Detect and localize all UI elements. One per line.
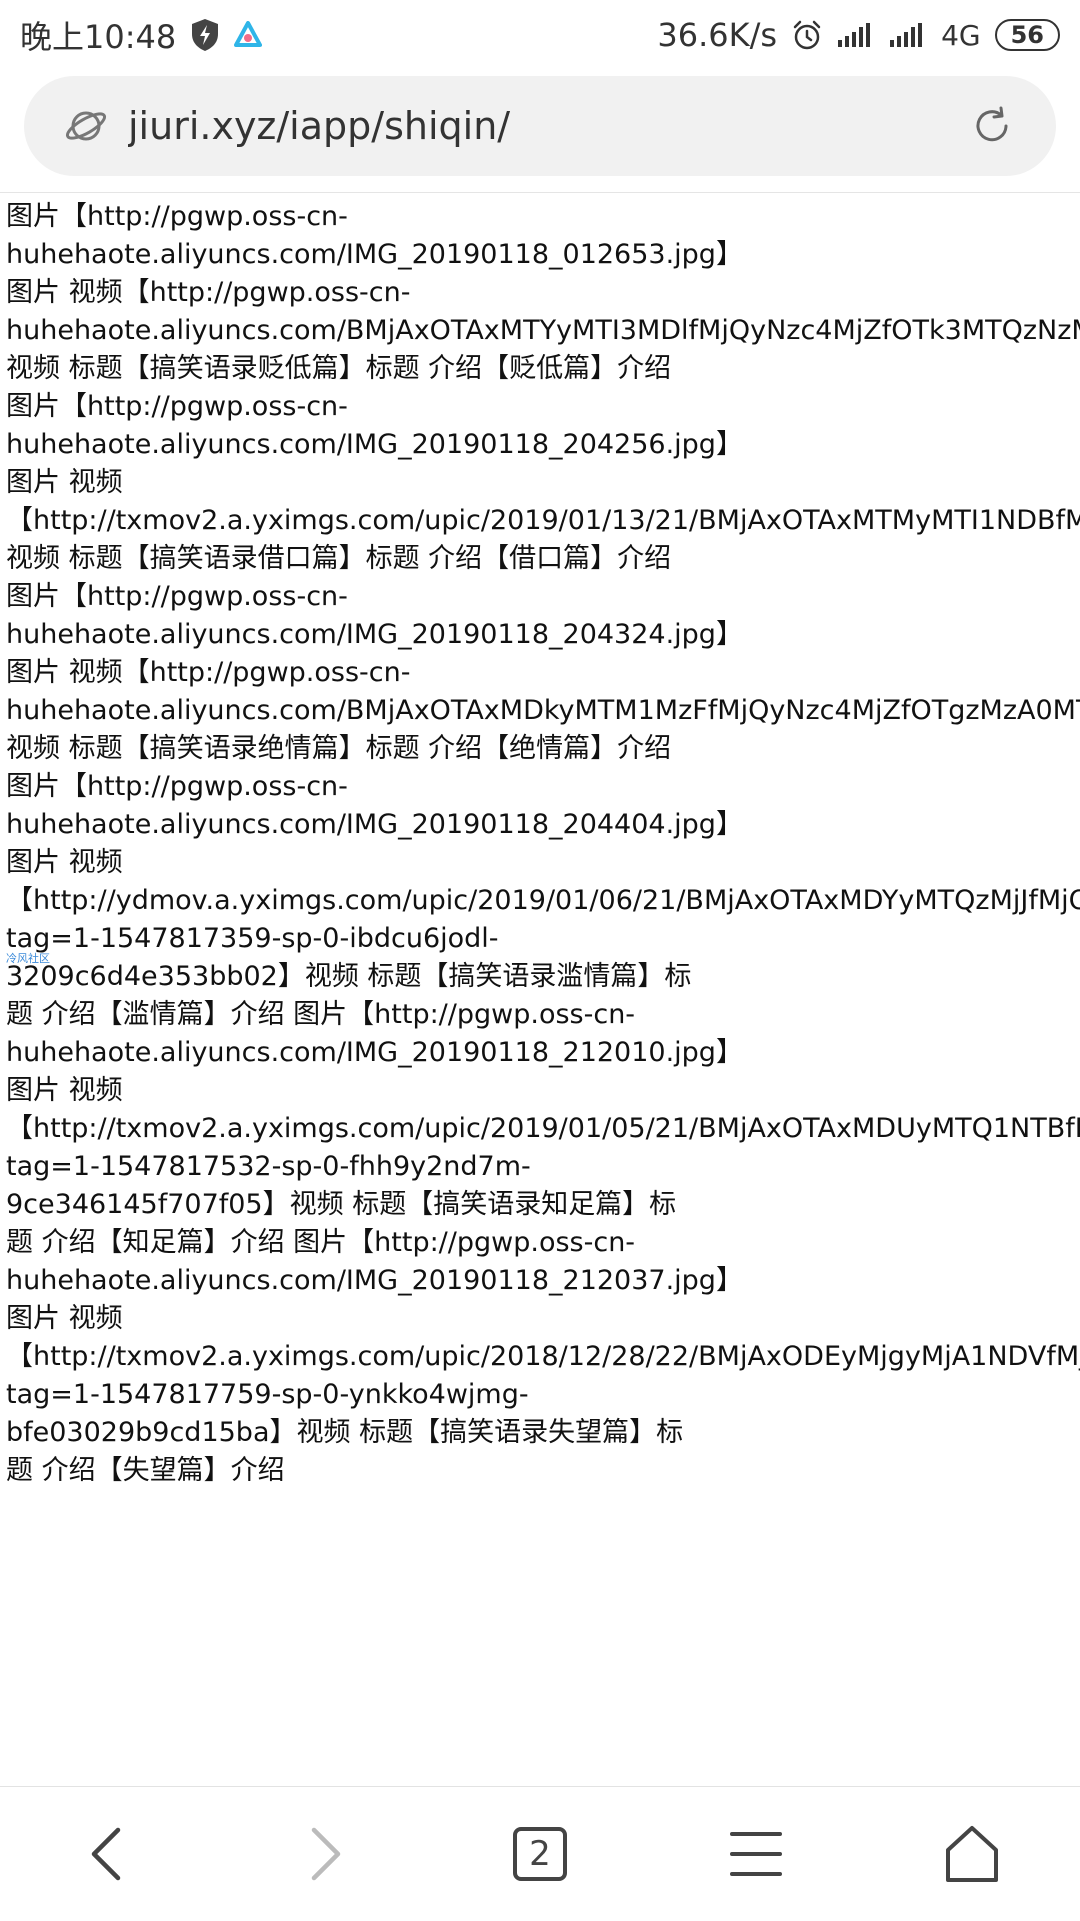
content-line: 9ce346145f707f05】视频 标题【搞笑语录知足篇】标 (6, 1189, 677, 1220)
content-line: huhehaote.aliyuncs.com/IMG_20190118_2042… (6, 429, 743, 460)
shield-icon (190, 18, 220, 52)
content-line: 图片 视频 (6, 847, 123, 878)
tab-count: 2 (529, 1834, 551, 1874)
content-line: 图片 视频 (6, 1075, 123, 1106)
status-right: 36.6K/s 4G 56 (657, 16, 1060, 54)
content-line: tag=1-1547817532-sp-0-fhh9y2nd7m- (6, 1151, 531, 1182)
content-line: 【http://txmov2.a.yximgs.com/upic/2019/01… (6, 1113, 1080, 1144)
status-bar: 晚上10:48 36.6K/s 4G 56 (0, 0, 1080, 70)
content-line: 图片 视频【http://pgwp.oss-cn- (6, 657, 411, 688)
content-line: 【http://txmov2.a.yximgs.com/upic/2019/01… (6, 505, 1080, 536)
network-type: 4G (941, 18, 981, 52)
content-line: 图片【http://pgwp.oss-cn- (6, 771, 348, 802)
planet-icon (64, 104, 108, 148)
browser-toolbar: jiuri.xyz/iapp/shiqin/ (0, 70, 1080, 193)
net-speed: 36.6K/s (657, 16, 778, 54)
address-bar[interactable]: jiuri.xyz/iapp/shiqin/ (24, 76, 1056, 176)
content-line: huhehaote.aliyuncs.com/IMG_20190118_2044… (6, 809, 743, 840)
content-line: 图片【http://pgwp.oss-cn- (6, 581, 348, 612)
chevron-left-icon (91, 1827, 121, 1881)
battery-indicator: 56 (994, 19, 1060, 51)
content-line: tag=1-1547817759-sp-0-ynkko4wjmg- (6, 1379, 529, 1410)
signal-icon (837, 22, 875, 48)
content-line: 图片 视频【http://pgwp.oss-cn- (6, 277, 411, 308)
status-left: 晚上10:48 (20, 12, 263, 58)
content-line: 图片 视频 (6, 1303, 123, 1334)
content-line: huhehaote.aliyuncs.com/IMG_20190118_0126… (6, 239, 743, 270)
content-line: huhehaote.aliyuncs.com/BMjAxOTAxMDkyMTM1… (6, 695, 1080, 726)
bottom-nav: 2 (0, 1786, 1080, 1921)
content-line: 题 介绍【滥情篇】介绍 图片【http://pgwp.oss-cn- (6, 999, 636, 1030)
home-icon (946, 1826, 998, 1882)
tabs-button[interactable]: 2 (480, 1794, 600, 1914)
content-line: huhehaote.aliyuncs.com/BMjAxOTAxMTYyMTI3… (6, 315, 1080, 346)
page-content: 图片【http://pgwp.oss-cn-huhehaote.aliyuncs… (6, 198, 1080, 1778)
content-line: 视频 标题【搞笑语录借口篇】标题 介绍【借口篇】介绍 (6, 543, 672, 574)
back-button[interactable] (48, 1794, 168, 1914)
forward-button[interactable] (264, 1794, 384, 1914)
content-lines: 图片【http://pgwp.oss-cn-huhehaote.aliyuncs… (6, 198, 1080, 1490)
menu-icon (730, 1832, 782, 1876)
content-line: 图片 视频 (6, 467, 123, 498)
content-line: 图片【http://pgwp.oss-cn- (6, 201, 348, 232)
content-line: 【http://txmov2.a.yximgs.com/upic/2018/12… (6, 1341, 1080, 1372)
content-line: tag=1-1547817359-sp-0-ibdcu6jodl- (6, 923, 499, 954)
content-line: 图片【http://pgwp.oss-cn- (6, 391, 348, 422)
content-line: bfe03029b9cd15ba】视频 标题【搞笑语录失望篇】标 (6, 1417, 684, 1448)
content-line: 【http://ydmov.a.yximgs.com/upic/2019/01/… (6, 885, 1080, 916)
content-line: huhehaote.aliyuncs.com/IMG_20190118_2120… (6, 1037, 743, 1068)
reload-icon (976, 106, 1008, 142)
chevron-right-icon (311, 1827, 341, 1881)
reload-button[interactable] (964, 98, 1020, 154)
content-line: huhehaote.aliyuncs.com/IMG_20190118_2120… (6, 1265, 743, 1296)
content-line: 3209c6d4e353bb02】视频 标题【搞笑语录滥情篇】标 (6, 961, 692, 992)
content-line: 视频 标题【搞笑语录贬低篇】标题 介绍【贬低篇】介绍 (6, 353, 672, 384)
signal-icon-secondary (889, 22, 927, 48)
content-line: 题 介绍【失望篇】介绍 (6, 1455, 285, 1486)
home-button[interactable] (912, 1794, 1032, 1914)
alarm-icon (791, 19, 823, 51)
watermark-text: 冷风社区 (6, 952, 50, 965)
content-line: 题 介绍【知足篇】介绍 图片【http://pgwp.oss-cn- (6, 1227, 636, 1258)
url-text[interactable]: jiuri.xyz/iapp/shiqin/ (128, 104, 964, 148)
menu-button[interactable] (696, 1794, 816, 1914)
app-notification-icon (234, 21, 263, 49)
status-time: 晚上10:48 (20, 18, 177, 56)
content-line: 视频 标题【搞笑语录绝情篇】标题 介绍【绝情篇】介绍 (6, 733, 672, 764)
content-line: huhehaote.aliyuncs.com/IMG_20190118_2043… (6, 619, 743, 650)
